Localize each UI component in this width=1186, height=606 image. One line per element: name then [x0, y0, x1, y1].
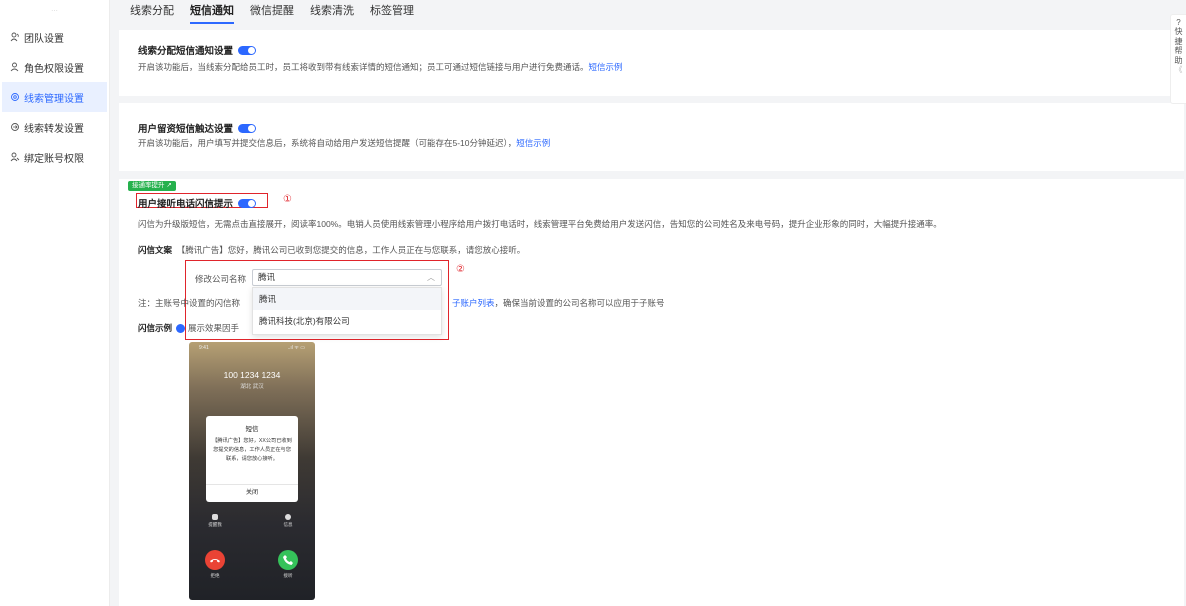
connect-rate-badge: 接通率提升 ↗ — [128, 181, 176, 191]
section-desc: 闪信为升级版短信，无需点击直接展开，阅读率100%。电销人员使用线索管理小程序给… — [138, 219, 942, 229]
sidebar-item-team[interactable]: 团队设置 — [2, 22, 107, 52]
arrow-up-icon: ↗ — [166, 182, 172, 189]
tab-clue-assign[interactable]: 线索分配 — [130, 0, 174, 24]
note-text: 注：主账号中设置的闪信称 — [138, 297, 240, 309]
sms-assign-card: 线索分配短信通知设置 开启该功能后，当线索分配给员工时，员工将收到带有线索详情的… — [119, 30, 1184, 96]
sms-sample-link[interactable]: 短信示例 — [516, 138, 550, 148]
sidebar: ... 团队设置 角色权限设置 线索管理设置 线索转发设置 绑定账号权限 — [0, 0, 110, 606]
accept-label: 接听 — [283, 573, 293, 578]
role-icon — [10, 62, 20, 72]
section-desc: 开启该功能后，当线索分配给员工时，员工将收到带有线索详情的短信通知；员工可通过短… — [138, 61, 623, 73]
tab-bar: 线索分配 短信通知 微信提醒 线索清洗 标签管理 — [130, 0, 430, 24]
info-icon — [176, 323, 186, 333]
help-text-char: 快 — [1174, 27, 1183, 36]
sidebar-item-role[interactable]: 角色权限设置 — [2, 52, 107, 82]
dropdown-option[interactable]: 腾讯科技(北京)有限公司 — [253, 310, 441, 332]
sidebar-item-bind-account[interactable]: 绑定账号权限 — [2, 142, 107, 172]
tab-clue-clean[interactable]: 线索清洗 — [310, 0, 354, 24]
section-title: 用户接听电话闪信提示 — [138, 196, 257, 210]
flash-sms-dialog: 短信 【腾讯广告】您好，XX公司已收到您提交的信息，工作人员正在与您联系，请您放… — [206, 416, 298, 502]
sidebar-item-clue-management[interactable]: 线索管理设置 — [2, 82, 107, 112]
quick-help-panel[interactable]: ? 快 捷 帮 助 《 — [1170, 14, 1186, 104]
team-icon — [10, 32, 20, 42]
note-prefix: 注：主账号中设置的闪信称 — [138, 298, 241, 308]
note-link-row: 子账户列表，确保当前设置的公司名称可以应用于子账号 — [452, 297, 665, 309]
section1-desc: 开启该功能后，当线索分配给员工时，员工将收到带有线索详情的短信通知；员工可通过短… — [138, 62, 589, 72]
forward-icon — [10, 122, 20, 132]
message-item: 信息 — [278, 514, 298, 528]
section3-title: 用户接听电话闪信提示 — [138, 199, 234, 210]
flash-sms-toggle[interactable] — [238, 198, 257, 208]
sidebar-item-forward[interactable]: 线索转发设置 — [2, 112, 107, 142]
tab-sms-notify[interactable]: 短信通知 — [190, 0, 234, 24]
flash-sms-card: 接通率提升 ↗ 用户接听电话闪信提示 ① 闪信为升级版短信，无需点击直接展开，阅… — [119, 179, 1184, 606]
help-text-char: 助 — [1174, 55, 1183, 65]
help-icon: ? — [1176, 18, 1181, 27]
sidebar-logo: ... — [51, 4, 58, 13]
tab-wechat-remind[interactable]: 微信提醒 — [250, 0, 294, 24]
dialog-title: 短信 — [245, 426, 259, 433]
badge-text: 接通率提升 — [132, 182, 165, 189]
message-icon — [285, 514, 291, 520]
message-label: 信息 — [283, 522, 293, 527]
annotation-mark-1: ① — [283, 194, 292, 205]
dropdown-option[interactable]: 腾讯 — [253, 288, 441, 310]
phone-number: 100 1234 1234 — [223, 370, 281, 380]
note-suffix: ，确保当前设置的公司名称可以应用于子账号 — [494, 298, 665, 308]
annotation-mark-2: ② — [456, 264, 465, 275]
accept-call-icon — [278, 550, 298, 570]
flash-copy-label: 闪信文案 — [138, 245, 173, 255]
help-text-char: 帮 — [1174, 46, 1183, 55]
section2-title: 用户留资短信触达设置 — [138, 124, 234, 135]
flash-copy-row: 闪信文案 【腾讯广告】您好，腾讯公司已收到您提交的信息，工作人员正在与您联系，请… — [138, 244, 525, 256]
dialog-text: 【腾讯广告】您好，XX公司已收到您提交的信息，工作人员正在与您联系，请您放心接听… — [212, 438, 292, 462]
remind-me-item: 提醒我 — [205, 514, 225, 528]
phone-signal-icon: ..ıl ᯤ ▭ — [287, 345, 305, 351]
company-name-dropdown: 腾讯 腾讯科技(北京)有限公司 — [252, 287, 442, 335]
chevron-up-icon: ︿ — [427, 273, 435, 282]
settings-icon — [10, 92, 20, 102]
collapse-icon[interactable]: 《 — [1171, 65, 1186, 75]
decline-label: 拒绝 — [210, 573, 220, 578]
flash-sample-row: 闪信示例 展示效果因手 — [138, 322, 239, 334]
sms-assign-toggle[interactable] — [238, 45, 257, 55]
section-title: 线索分配短信通知设置 — [138, 43, 257, 57]
sidebar-item-label: 线索管理设置 — [24, 93, 84, 105]
section2-desc: 开启该功能后，用户填写并提交信息后，系统将自动给用户发送短信提醒（可能存在5-1… — [138, 138, 517, 148]
company-name-value: 腾讯 — [258, 272, 276, 282]
sms-reach-card: 用户留资短信触达设置 开启该功能后，用户填写并提交信息后，系统将自动给用户发送短… — [119, 103, 1184, 171]
flash-copy-text: 【腾讯广告】您好，腾讯公司已收到您提交的信息，工作人员正在与您联系，请您放心接听… — [176, 245, 526, 255]
main-content: 线索分配 短信通知 微信提醒 线索清洗 标签管理 线索分配短信通知设置 开启该功… — [110, 0, 1186, 606]
sidebar-item-label: 绑定账号权限 — [24, 153, 84, 165]
sub-account-list-link[interactable]: 子账户列表 — [452, 298, 495, 308]
tab-tag-manage[interactable]: 标签管理 — [370, 0, 414, 24]
phone-preview: 9:41 ..ıl ᯤ ▭ 100 1234 1234 湖北 武汉 短信 【腾讯… — [189, 342, 315, 600]
flash-sample-label: 闪信示例 — [138, 323, 173, 333]
decline-call-icon — [205, 550, 225, 570]
sidebar-item-label: 线索转发设置 — [24, 123, 84, 135]
sms-sample-link[interactable]: 短信示例 — [589, 62, 623, 72]
company-name-label: 修改公司名称 — [195, 274, 247, 284]
alarm-icon — [212, 514, 218, 520]
dialog-close-button: 关闭 — [206, 484, 298, 502]
phone-time: 9:41 — [199, 345, 209, 351]
sms-reach-toggle[interactable] — [238, 123, 257, 133]
section-desc: 开启该功能后，用户填写并提交信息后，系统将自动给用户发送短信提醒（可能存在5-1… — [138, 137, 550, 149]
company-name-select[interactable]: 腾讯 ︿ — [252, 269, 442, 286]
remind-label: 提醒我 — [208, 522, 222, 527]
section1-title: 线索分配短信通知设置 — [138, 46, 234, 57]
help-text-char: 捷 — [1174, 36, 1183, 46]
sidebar-item-label: 团队设置 — [24, 33, 64, 45]
section-title: 用户留资短信触达设置 — [138, 121, 257, 135]
bind-icon — [10, 152, 20, 162]
sidebar-item-label: 角色权限设置 — [24, 63, 84, 75]
phone-location: 湖北 武汉 — [240, 384, 264, 390]
flash-sample-tip: 展示效果因手 — [188, 323, 240, 333]
